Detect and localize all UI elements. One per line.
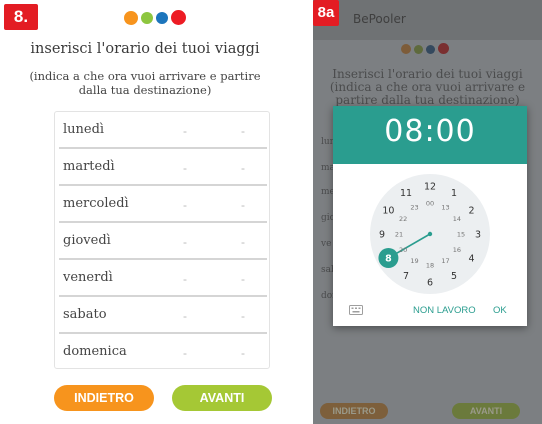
day-label: lunedì [63,122,105,137]
clock-hour-16[interactable]: 16 [453,246,461,254]
clock-hour-00[interactable]: 00 [426,199,434,207]
day-row-sunday[interactable]: domenica - - [55,336,271,373]
bg-day-label: ve [321,239,332,249]
clock-face[interactable]: 121234567891011 001314151617181920212223 [333,164,527,304]
time-picker-header: 08:00 [333,106,527,164]
time-picker-dialog: 08:00 12 1 2 3 4 5 6 7 8 9 10 11 00 13 14 15 16 17 18 19 20… [333,106,527,326]
day-label: sabato [63,307,107,322]
clock-hour-3[interactable]: 3 [475,229,481,240]
progress-dots [401,43,449,54]
day-row-thursday[interactable]: giovedì - - [55,225,271,262]
ok-button[interactable]: OK [493,305,507,316]
clock-hour-11[interactable]: 11 [400,188,412,199]
page-subtitle: (indica a che ora vuoi arrivare e partir… [29,69,261,97]
day-row-monday[interactable]: lunedì - - [55,114,271,151]
arrive-time[interactable]: - [183,198,187,212]
depart-time[interactable]: - [241,235,245,249]
clock-hour-14[interactable]: 14 [453,215,461,223]
clock-hour-20[interactable]: 20 [399,246,407,254]
arrive-time[interactable]: - [183,346,187,360]
row-divider [59,332,267,334]
arrive-time[interactable]: - [183,309,187,323]
clock-hour-17[interactable]: 17 [441,257,449,265]
bg-next-button: AVANTI [452,403,520,419]
arrive-time[interactable]: - [183,161,187,175]
clock-hour-13[interactable]: 13 [441,203,449,211]
progress-dot-orange [124,11,138,25]
days-card: lunedì - - martedì - - mercoledì - - gio… [54,111,270,369]
clock-hour-23[interactable]: 23 [410,203,418,211]
step-badge: 8. [4,4,38,30]
page-title: inserisci l'orario dei tuoi viaggi [30,41,260,57]
clock-hour-22[interactable]: 22 [399,215,407,223]
clock-hour-9[interactable]: 9 [379,229,385,240]
depart-time[interactable]: - [241,272,245,286]
progress-dot-blue [426,45,435,54]
clock-hour-12[interactable]: 12 [424,181,436,192]
depart-time[interactable]: - [241,346,245,360]
row-divider [59,184,267,186]
progress-dot-green [414,45,423,54]
depart-time[interactable]: - [241,309,245,323]
depart-time[interactable]: - [241,198,245,212]
arrive-time[interactable]: - [183,124,187,138]
row-divider [59,147,267,149]
day-label: domenica [63,344,127,359]
progress-dot-green [141,12,153,24]
clock-hour-2[interactable]: 2 [469,205,475,216]
clock-hour-18[interactable]: 18 [426,261,434,269]
schedule-screen: 8. inserisci l'orario dei tuoi viaggi (i… [0,0,290,424]
day-label: martedì [63,159,115,174]
arrive-time[interactable]: - [183,235,187,249]
app-title: BePooler [353,12,406,26]
back-button[interactable]: INDIETRO [54,385,154,411]
day-row-wednesday[interactable]: mercoledì - - [55,188,271,225]
clock-hour-6[interactable]: 6 [427,277,433,288]
clock-hour-7[interactable]: 7 [403,271,409,282]
selected-time[interactable]: 08:00 [333,114,527,149]
row-divider [59,221,267,223]
no-work-button[interactable]: NON LAVORO [413,305,476,316]
day-label: giovedì [63,233,111,248]
depart-time[interactable]: - [241,161,245,175]
progress-dot-blue [156,12,168,24]
row-divider [59,295,267,297]
keyboard-icon[interactable] [349,305,363,315]
clock-hour-4[interactable]: 4 [469,253,475,264]
clock-hour-8[interactable]: 8 [385,253,392,264]
progress-dot-red [438,43,449,54]
day-row-tuesday[interactable]: martedì - - [55,151,271,188]
progress-dots [124,10,186,25]
day-row-friday[interactable]: venerdì - - [55,262,271,299]
clock-hour-15[interactable]: 15 [457,230,465,238]
step-badge: 8a [313,0,339,26]
clock-hour-5[interactable]: 5 [451,271,457,282]
time-picker-screen: ← BePooler 8a Inserisci l'orario dei tuo… [313,0,542,424]
day-row-saturday[interactable]: sabato - - [55,299,271,336]
arrive-time[interactable]: - [183,272,187,286]
bg-back-button: INDIETRO [320,403,388,419]
day-label: venerdì [63,270,113,285]
clock-hour-1[interactable]: 1 [451,188,457,199]
depart-time[interactable]: - [241,124,245,138]
app-bar: ← BePooler [313,0,542,40]
day-label: mercoledì [63,196,129,211]
clock-hour-10[interactable]: 10 [382,205,394,216]
next-button[interactable]: AVANTI [172,385,272,411]
row-divider [59,258,267,260]
clock-hour-19[interactable]: 19 [410,257,418,265]
progress-dot-orange [401,44,411,54]
clock-hour-21[interactable]: 21 [395,230,403,238]
progress-dot-red [171,10,186,25]
